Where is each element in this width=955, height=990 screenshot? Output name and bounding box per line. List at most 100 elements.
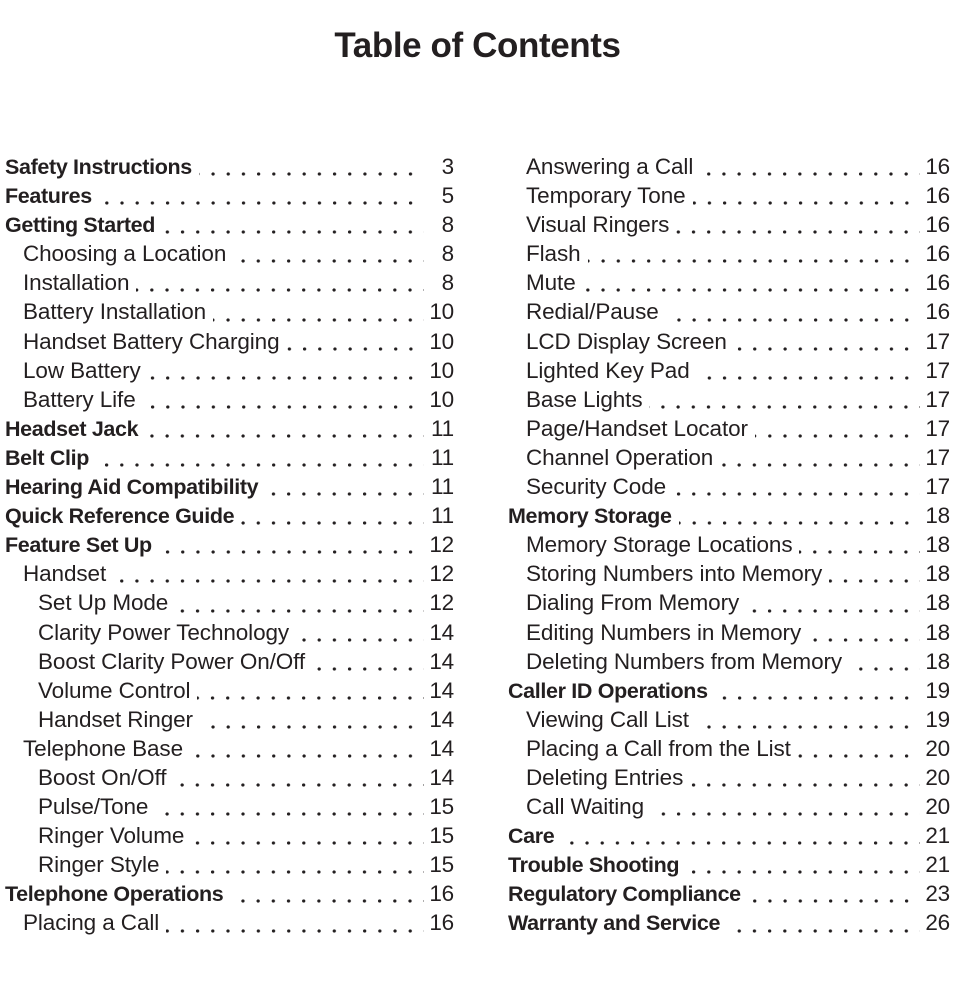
toc-entry[interactable]: Flash 16 xyxy=(508,239,950,268)
toc-entry[interactable]: Battery Installation 10 xyxy=(5,297,454,326)
toc-entry[interactable]: Clarity Power Technology 14 xyxy=(5,618,454,647)
toc-entry-page-number: 23 xyxy=(925,881,950,907)
toc-entry-page-number: 8 xyxy=(441,270,454,296)
toc-entry[interactable]: Feature Set Up 12 xyxy=(5,530,454,559)
toc-entry[interactable]: Channel Operation 17 xyxy=(508,443,950,472)
dot-leader xyxy=(155,812,424,817)
toc-entry[interactable]: Answering a Call 16 xyxy=(508,152,950,181)
toc-entry-page-number: 18 xyxy=(925,619,950,645)
toc-entry[interactable]: Battery Life 10 xyxy=(5,385,454,414)
dot-leader xyxy=(98,201,424,206)
toc-entry-page-number: 14 xyxy=(429,648,454,674)
dot-leader xyxy=(162,230,424,235)
toc-entry[interactable]: Base Lights 17 xyxy=(508,385,950,414)
toc-entry[interactable]: Telephone Operations 16 xyxy=(5,879,454,908)
toc-entry[interactable]: Security Code 17 xyxy=(508,472,950,501)
dot-leader xyxy=(797,753,920,758)
toc-entry-label: Installation xyxy=(23,270,130,296)
toc-entry-label: Channel Operation xyxy=(526,444,714,470)
toc-entry[interactable]: Pulse/Tone 15 xyxy=(5,792,454,821)
toc-entry-label: Regulatory Compliance xyxy=(508,882,741,907)
toc-entry[interactable]: Quick Reference Guide 11 xyxy=(5,501,454,530)
toc-entry-label: Getting Started xyxy=(5,213,156,238)
dot-leader xyxy=(733,346,920,351)
toc-entry[interactable]: Regulatory Compliance 23 xyxy=(508,879,950,908)
toc-entry[interactable]: Headset Jack 11 xyxy=(5,414,454,443)
toc-entry-page-number: 19 xyxy=(925,677,950,703)
toc-entry[interactable]: Deleting Numbers from Memory 18 xyxy=(508,647,950,676)
toc-entry[interactable]: Dialing From Memory 18 xyxy=(508,588,950,617)
toc-entry-page-number: 17 xyxy=(925,357,950,383)
toc-entry[interactable]: Installation 8 xyxy=(5,268,454,297)
toc-entry-label: Deleting Entries xyxy=(526,764,684,790)
dot-leader xyxy=(754,433,920,438)
toc-entry[interactable]: Temporary Tone 16 xyxy=(508,181,950,210)
toc-entry-label: Features xyxy=(5,184,92,209)
toc-entry-page-number: 15 xyxy=(429,852,454,878)
toc-entry-page-number: 10 xyxy=(429,299,454,325)
toc-entry[interactable]: Volume Control 14 xyxy=(5,676,454,705)
toc-entry-page-number: 21 xyxy=(925,823,950,849)
toc-entry[interactable]: Boost On/Off 14 xyxy=(5,763,454,792)
dot-leader xyxy=(695,724,920,729)
toc-entry[interactable]: Call Waiting 20 xyxy=(508,792,950,821)
toc-entry[interactable]: Lighted Key Pad 17 xyxy=(508,356,950,385)
dot-leader xyxy=(213,317,424,322)
toc-entry[interactable]: Features 5 xyxy=(5,181,454,210)
toc-entry[interactable]: Handset 12 xyxy=(5,559,454,588)
toc-entry-label: Low Battery xyxy=(23,357,141,383)
toc-entry-page-number: 18 xyxy=(925,532,950,558)
toc-entry[interactable]: Handset Ringer 14 xyxy=(5,705,454,734)
toc-entry[interactable]: Low Battery 10 xyxy=(5,356,454,385)
toc-entry[interactable]: LCD Display Screen 17 xyxy=(508,327,950,356)
toc-entry-page-number: 20 xyxy=(925,764,950,790)
toc-entry-page-number: 11 xyxy=(431,444,454,470)
dot-leader xyxy=(191,841,424,846)
dot-leader xyxy=(808,637,920,642)
toc-entry[interactable]: Handset Battery Charging 10 xyxy=(5,327,454,356)
toc-entry[interactable]: Memory Storage 18 xyxy=(508,501,950,530)
toc-entry-label: Editing Numbers in Memory xyxy=(526,619,802,645)
toc-entry[interactable]: Ringer Style 15 xyxy=(5,850,454,879)
toc-entry[interactable]: Choosing a Location 8 xyxy=(5,239,454,268)
toc-entry-label: Warranty and Service xyxy=(508,911,721,936)
toc-entry[interactable]: Editing Numbers in Memory 18 xyxy=(508,618,950,647)
toc-entry-label: Page/Handset Locator xyxy=(526,415,748,441)
toc-entry[interactable]: Care 21 xyxy=(508,821,950,850)
toc-entry[interactable]: Caller ID Operations 19 xyxy=(508,676,950,705)
toc-entry[interactable]: Redial/Pause 16 xyxy=(508,297,950,326)
dot-leader xyxy=(96,463,424,468)
toc-entry-label: Telephone Base xyxy=(23,735,183,761)
toc-entry[interactable]: Safety Instructions 3 xyxy=(5,152,454,181)
toc-entry[interactable]: Hearing Aid Compatibility 11 xyxy=(5,472,454,501)
toc-entry[interactable]: Placing a Call 16 xyxy=(5,908,454,937)
toc-entry[interactable]: Trouble Shooting 21 xyxy=(508,850,950,879)
toc-entry[interactable]: Getting Started 8 xyxy=(5,210,454,239)
dot-leader xyxy=(849,666,920,671)
toc-entry[interactable]: Mute 16 xyxy=(508,268,950,297)
dot-leader xyxy=(166,870,424,875)
toc-entry[interactable]: Deleting Entries 20 xyxy=(508,763,950,792)
page-title: Table of Contents xyxy=(334,26,621,66)
toc-entry[interactable]: Viewing Call List 19 xyxy=(508,705,950,734)
toc-entry-label: Telephone Operations xyxy=(5,882,224,907)
toc-entry[interactable]: Page/Handset Locator 17 xyxy=(508,414,950,443)
toc-entry[interactable]: Ringer Volume 15 xyxy=(5,821,454,850)
toc-entry[interactable]: Telephone Base 14 xyxy=(5,734,454,763)
toc-entry[interactable]: Boost Clarity Power On/Off 14 xyxy=(5,647,454,676)
toc-entry[interactable]: Warranty and Service 26 xyxy=(508,908,950,937)
toc-entry[interactable]: Storing Numbers into Memory 18 xyxy=(508,559,950,588)
dot-leader xyxy=(747,899,920,904)
toc-entry[interactable]: Belt Clip 11 xyxy=(5,443,454,472)
toc-entry[interactable]: Memory Storage Locations 18 xyxy=(508,530,950,559)
toc-entry[interactable]: Visual Ringers 16 xyxy=(508,210,950,239)
toc-column-right: Answering a Call 16 Temporary Tone 16 Visual… xyxy=(508,152,950,938)
toc-entry[interactable]: Set Up Mode 12 xyxy=(5,588,454,617)
dot-leader xyxy=(286,346,424,351)
toc-entry[interactable]: Placing a Call from the List 20 xyxy=(508,734,950,763)
dot-leader xyxy=(727,928,920,933)
dot-leader xyxy=(582,288,920,293)
toc-entry-page-number: 14 xyxy=(429,735,454,761)
toc-entry-page-number: 10 xyxy=(429,328,454,354)
toc-entry-page-number: 19 xyxy=(925,706,950,732)
